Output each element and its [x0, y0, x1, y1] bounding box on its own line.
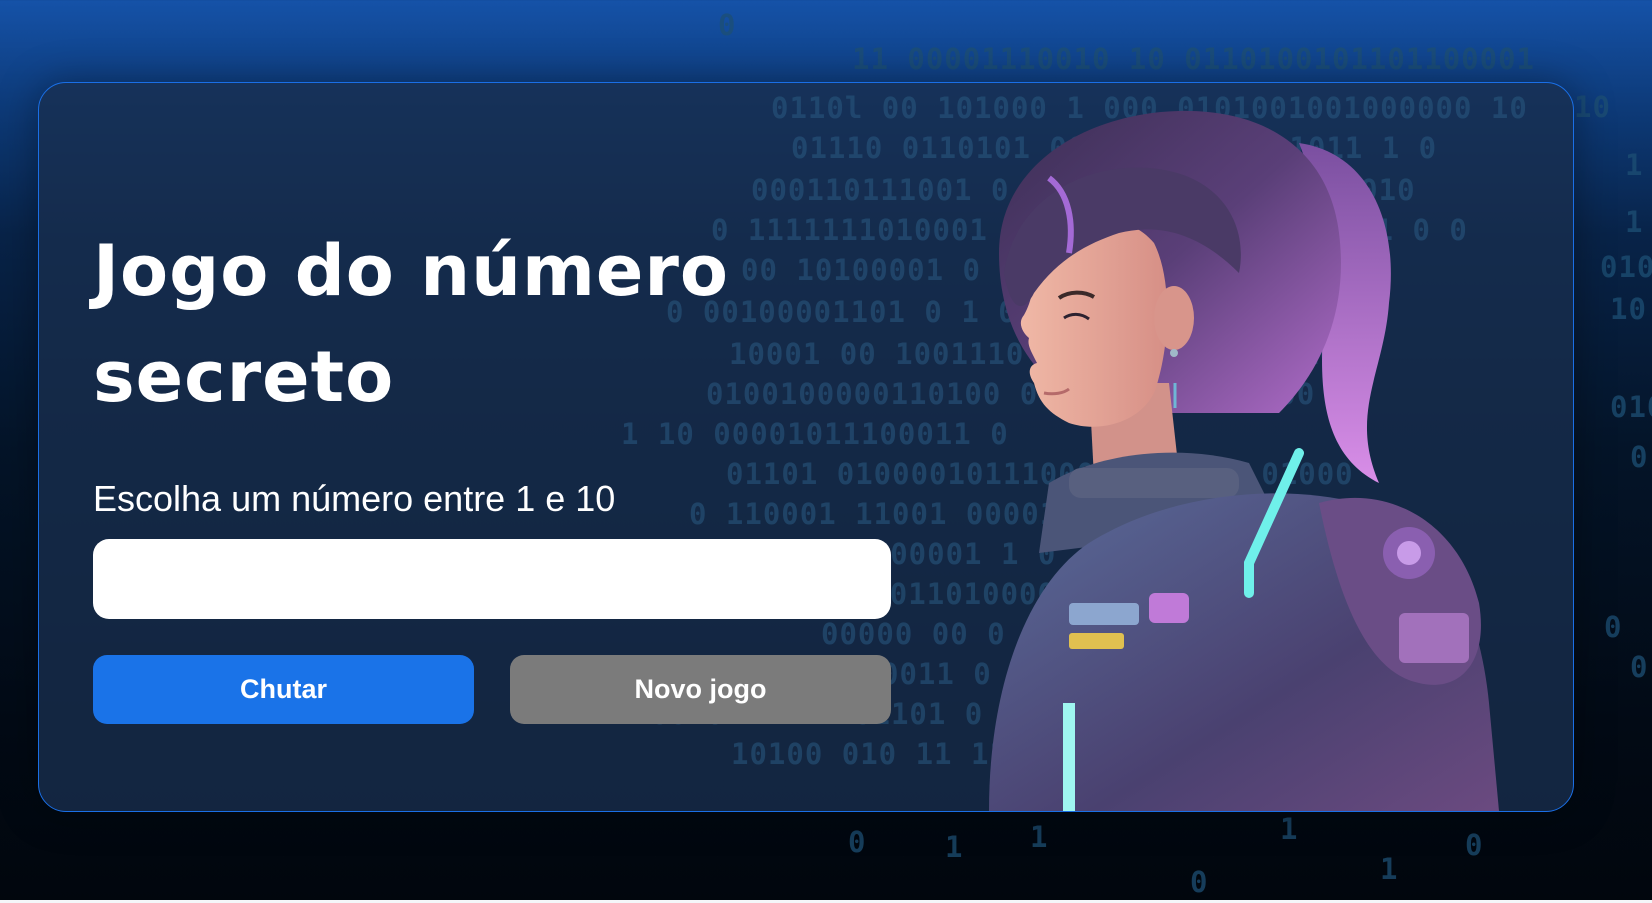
guess-input[interactable]	[93, 539, 891, 619]
game-card: 0110l 00 101000 1 000 0101001001000000 1…	[38, 82, 1574, 812]
new-game-button[interactable]: Novo jogo	[510, 655, 891, 724]
page-title: Jogo do número secreto	[93, 230, 729, 418]
guess-button[interactable]: Chutar	[93, 655, 474, 724]
cyberpunk-girl-illustration	[989, 110, 1499, 811]
instruction-text: Escolha um número entre 1 e 10	[93, 478, 616, 519]
